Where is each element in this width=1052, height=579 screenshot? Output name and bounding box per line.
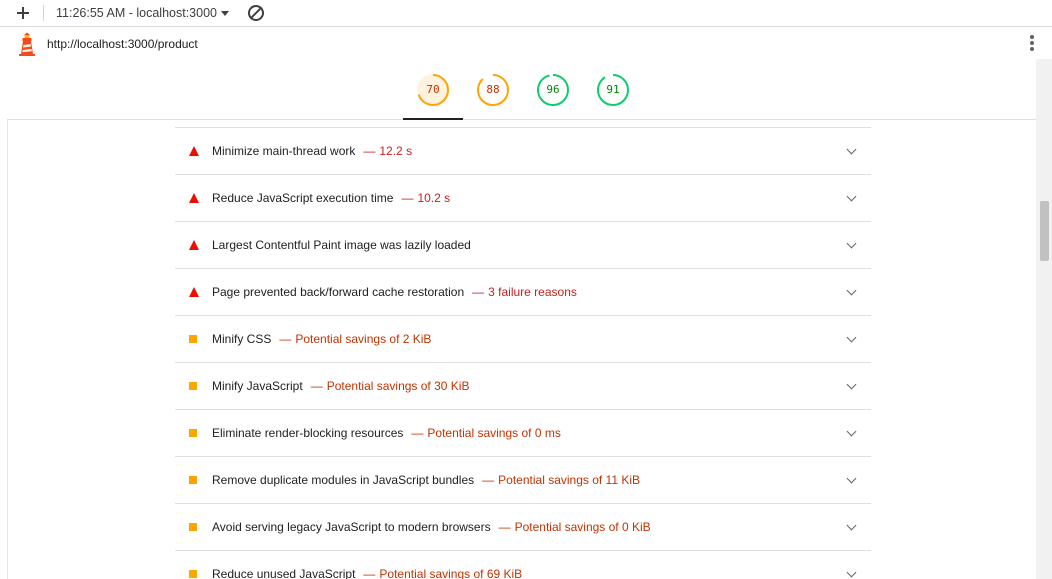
seo-score-gauge[interactable]: 91 — [596, 73, 630, 107]
fail-triangle-icon — [189, 240, 199, 250]
audit-row[interactable]: Reduce JavaScript execution time — 10.2 … — [175, 175, 871, 222]
url-bar: http://localhost:3000/product — [0, 28, 1052, 59]
audit-display-value: 3 failure reasons — [488, 285, 577, 299]
chevron-down-icon — [221, 10, 229, 16]
active-tab-underline — [403, 118, 463, 120]
clear-icon[interactable] — [248, 5, 264, 21]
audit-row[interactable]: Reduce unused JavaScript — Potential sav… — [175, 551, 871, 579]
seo-score-value: 91 — [606, 83, 620, 96]
toolbar-separator — [43, 5, 44, 21]
accessibility-score-gauge[interactable]: 88 — [476, 73, 510, 107]
audit-title: Minify JavaScript — [212, 379, 303, 393]
average-square-icon — [189, 523, 197, 531]
average-square-icon — [189, 382, 197, 390]
audit-separator: — — [401, 191, 414, 205]
chevron-down-icon[interactable] — [846, 379, 857, 390]
fail-triangle-icon — [189, 193, 199, 203]
audit-title: Minify CSS — [212, 332, 272, 346]
audit-separator: — — [363, 567, 376, 579]
more-vert-icon[interactable] — [1030, 35, 1034, 51]
audit-separator: — — [472, 285, 485, 299]
audit-row[interactable]: Minify JavaScript — Potential savings of… — [175, 363, 871, 410]
score-header: 70 88 96 91 — [7, 59, 1036, 120]
plus-icon[interactable] — [13, 3, 33, 23]
average-square-icon — [189, 476, 197, 484]
chevron-down-icon[interactable] — [846, 144, 857, 155]
performance-score-value: 70 — [426, 83, 440, 96]
chevron-down-icon[interactable] — [846, 520, 857, 531]
audit-row[interactable]: Eliminate render-blocking resources — Po… — [175, 410, 871, 457]
audit-separator: — — [310, 379, 323, 393]
audit-separator: — — [279, 332, 292, 346]
chevron-down-icon[interactable] — [846, 426, 857, 437]
audit-separator: — — [363, 144, 376, 158]
audit-display-value: Potential savings of 0 KiB — [514, 520, 651, 534]
audit-display-value: Potential savings of 11 KiB — [498, 473, 641, 487]
audit-row[interactable]: Remove duplicate modules in JavaScript b… — [175, 457, 871, 504]
scrollbar-thumb[interactable] — [1040, 201, 1049, 261]
audit-display-value: Potential savings of 2 KiB — [295, 332, 432, 346]
audit-display-value: 12.2 s — [379, 144, 413, 158]
chevron-down-icon[interactable] — [846, 191, 857, 202]
average-square-icon — [189, 570, 197, 578]
audit-title: Remove duplicate modules in JavaScript b… — [212, 473, 475, 487]
performance-score-gauge[interactable]: 70 — [416, 73, 450, 107]
audit-title: Reduce unused JavaScript — [212, 567, 356, 579]
audit-display-value: Potential savings of 0 ms — [427, 426, 561, 440]
chevron-down-icon[interactable] — [846, 238, 857, 249]
audit-title: Minimize main-thread work — [212, 144, 356, 158]
accessibility-score-value: 88 — [486, 83, 500, 96]
audit-list: Minimize main-thread work — 12.2 s Reduc… — [175, 127, 871, 579]
audit-row[interactable]: Minimize main-thread work — 12.2 s — [175, 128, 871, 175]
audit-title: Reduce JavaScript execution time — [212, 191, 394, 205]
chevron-down-icon[interactable] — [846, 332, 857, 343]
report-session-dropdown[interactable]: 11:26:55 AM - localhost:3000 — [56, 6, 229, 20]
audit-row[interactable]: Minify CSS — Potential savings of 2 KiB — [175, 316, 871, 363]
audit-separator: — — [411, 426, 424, 440]
chevron-down-icon[interactable] — [846, 285, 857, 296]
report-frame-border — [7, 59, 8, 579]
audit-row[interactable]: Avoid serving legacy JavaScript to moder… — [175, 504, 871, 551]
average-square-icon — [189, 335, 197, 343]
fail-triangle-icon — [189, 146, 199, 156]
audit-title: Eliminate render-blocking resources — [212, 426, 404, 440]
lighthouse-report-page: 11:26:55 AM - localhost:3000 http://loca… — [0, 0, 1052, 579]
report-url: http://localhost:3000/product — [47, 36, 198, 51]
best-practices-score-gauge[interactable]: 96 — [536, 73, 570, 107]
audit-display-value: Potential savings of 69 KiB — [379, 567, 523, 579]
audit-separator: — — [498, 520, 511, 534]
audit-title: Largest Contentful Paint image was lazil… — [212, 238, 471, 252]
audit-title: Page prevented back/forward cache restor… — [212, 285, 465, 299]
audit-row[interactable]: Page prevented back/forward cache restor… — [175, 269, 871, 316]
top-toolbar: 11:26:55 AM - localhost:3000 — [0, 0, 1052, 27]
best-practices-score-value: 96 — [546, 83, 560, 96]
fail-triangle-icon — [189, 287, 199, 297]
report-session-label: 11:26:55 AM - localhost:3000 — [56, 6, 217, 20]
lighthouse-logo — [19, 32, 35, 56]
vertical-scrollbar[interactable] — [1036, 59, 1052, 579]
average-square-icon — [189, 429, 197, 437]
audit-row[interactable]: Largest Contentful Paint image was lazil… — [175, 222, 871, 269]
chevron-down-icon[interactable] — [846, 473, 857, 484]
chevron-down-icon[interactable] — [846, 567, 857, 578]
audit-separator: — — [482, 473, 495, 487]
audit-display-value: Potential savings of 30 KiB — [326, 379, 470, 393]
audit-title: Avoid serving legacy JavaScript to moder… — [212, 520, 491, 534]
audit-display-value: 10.2 s — [417, 191, 451, 205]
